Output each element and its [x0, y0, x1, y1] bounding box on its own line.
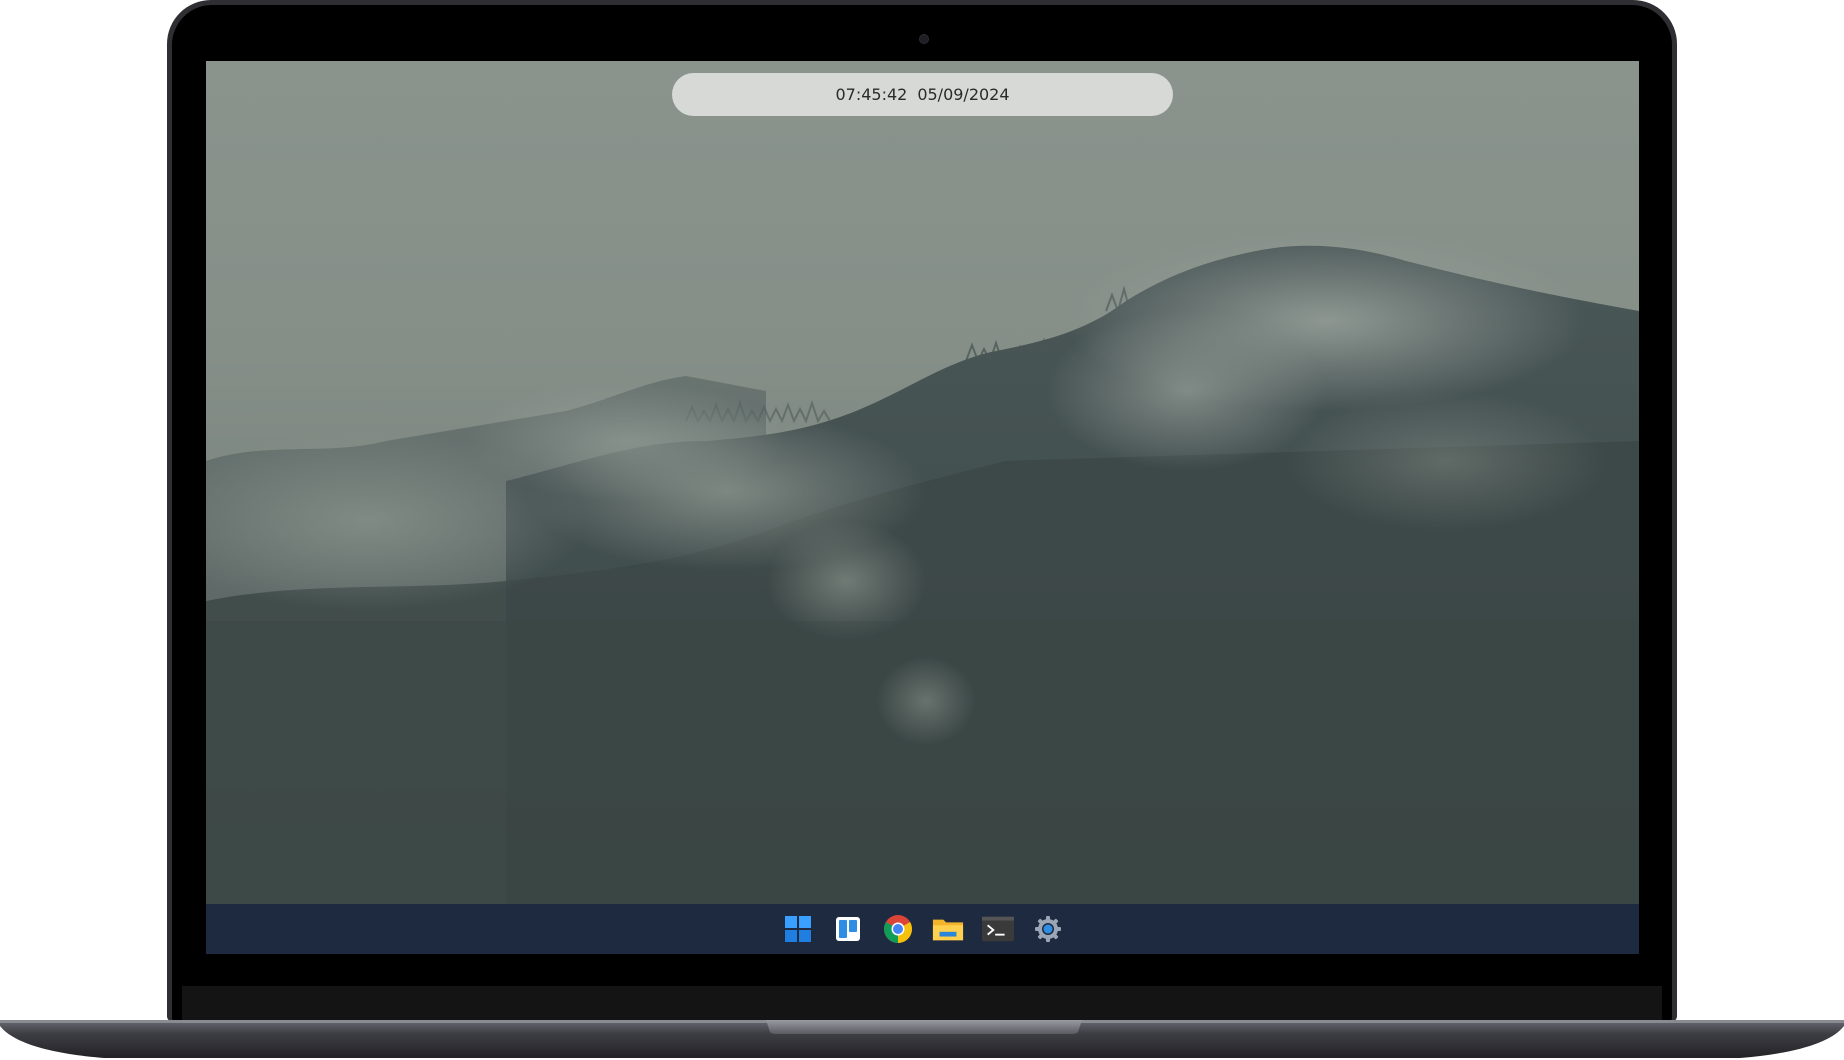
webcam-icon — [919, 34, 929, 44]
windows-logo-icon — [784, 916, 811, 942]
file-explorer-button[interactable] — [932, 913, 964, 945]
terminal-icon — [981, 916, 1014, 942]
widgets-icon — [835, 917, 860, 941]
laptop-mockup: 07:45:42 05/09/2024 — [0, 0, 1844, 1060]
desktop-wallpaper — [206, 61, 1639, 904]
chrome-button[interactable] — [882, 913, 914, 945]
laptop-base-shape — [0, 1020, 1844, 1058]
start-button[interactable] — [782, 913, 814, 945]
settings-button[interactable] — [1032, 913, 1064, 945]
desktop-screen: 07:45:42 05/09/2024 — [206, 61, 1639, 954]
folder-icon — [932, 919, 963, 941]
clock-widget: 07:45:42 05/09/2024 — [672, 73, 1173, 116]
chrome-icon — [883, 915, 912, 943]
clock-date: 05/09/2024 — [917, 85, 1010, 104]
clock-time: 07:45:42 — [835, 85, 908, 104]
bezel-chin — [182, 986, 1662, 1020]
terminal-button[interactable] — [981, 913, 1014, 945]
laptop-base — [0, 1018, 1844, 1060]
taskbar — [206, 904, 1639, 954]
misty-forest-image — [206, 231, 1639, 904]
widgets-button[interactable] — [832, 913, 864, 945]
gear-icon — [1034, 916, 1061, 942]
